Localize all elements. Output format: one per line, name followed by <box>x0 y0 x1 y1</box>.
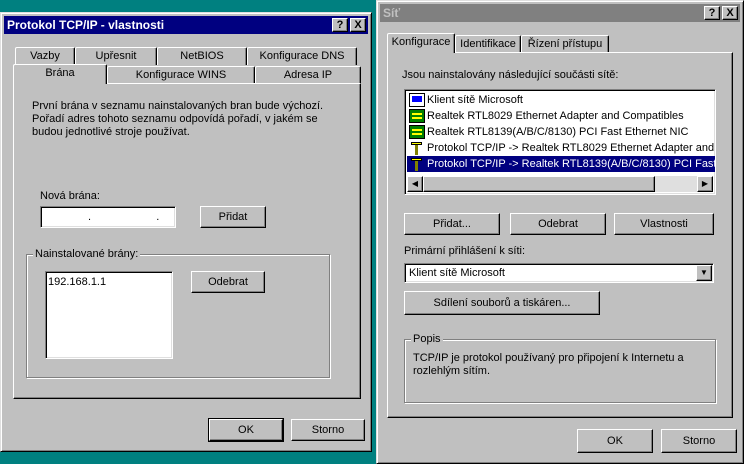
list-item[interactable]: 192.168.1.1 <box>46 274 172 290</box>
tab-adresa-ip[interactable]: Adresa IP <box>255 66 361 84</box>
gateway-description: První brána v seznamu nainstalovaných br… <box>32 100 324 138</box>
list-item[interactable]: Protokol TCP/IP -> Realtek RTL8029 Ether… <box>407 140 715 156</box>
components-label: Jsou nainstalovány následující součásti … <box>402 69 619 81</box>
network-protocol-icon <box>409 141 425 155</box>
installed-gateways-list[interactable]: 192.168.1.1 <box>45 271 173 359</box>
help-button[interactable]: ? <box>704 6 720 20</box>
tcpip-title-bar[interactable]: Protokol TCP/IP - vlastnosti ? X <box>4 16 368 34</box>
chevron-down-icon[interactable]: ▼ <box>696 265 712 281</box>
list-item[interactable]: Realtek RTL8029 Ethernet Adapter and Com… <box>407 108 715 124</box>
primary-logon-select[interactable]: Klient sítě Microsoft ▼ <box>404 263 714 283</box>
network-title-bar[interactable]: Síť ? X <box>380 4 740 22</box>
primary-logon-label: Primární přihlášení k síti: <box>404 245 526 257</box>
properties-button[interactable]: Vlastnosti <box>614 213 714 235</box>
network-window-title: Síť <box>383 6 401 20</box>
tab-upresnit[interactable]: Upřesnit <box>75 47 157 65</box>
tab-netbios[interactable]: NetBIOS <box>157 47 247 65</box>
cancel-button[interactable]: Storno <box>661 429 737 453</box>
help-button[interactable]: ? <box>332 18 348 32</box>
tab-brana[interactable]: Brána <box>13 64 107 84</box>
tcpip-window-title: Protokol TCP/IP - vlastnosti <box>7 18 165 32</box>
add-component-button[interactable]: Přidat... <box>404 213 500 235</box>
scroll-left-icon[interactable]: ◀ <box>407 176 423 192</box>
remove-component-button[interactable]: Odebrat <box>510 213 606 235</box>
tab-vazby[interactable]: Vazby <box>15 47 75 65</box>
gateway-tab-panel: První brána v seznamu nainstalovaných br… <box>13 83 361 399</box>
new-gateway-input[interactable]: . . . <box>40 206 228 228</box>
cancel-button[interactable]: Storno <box>291 419 365 441</box>
network-client-icon <box>409 93 425 107</box>
file-printer-sharing-button[interactable]: Sdílení souborů a tiskáren... <box>404 291 600 315</box>
horizontal-scrollbar[interactable]: ◀ ▶ <box>407 176 713 192</box>
tab-identifikace[interactable]: Identifikace <box>455 35 521 53</box>
close-button[interactable]: X <box>722 6 738 20</box>
list-item[interactable]: Klient sítě Microsoft <box>407 92 715 108</box>
add-gateway-button[interactable]: Přidat <box>200 206 266 228</box>
component-description: TCP/IP je protokol používaný pro připoje… <box>413 352 684 377</box>
tab-konfigurace-dns[interactable]: Konfigurace DNS <box>247 47 357 65</box>
configuration-tab-panel: Jsou nainstalovány následující součásti … <box>387 52 733 418</box>
close-button[interactable]: X <box>350 18 366 32</box>
network-adapter-icon <box>409 125 425 139</box>
scroll-thumb[interactable] <box>423 176 655 192</box>
network-protocol-icon <box>409 157 425 171</box>
new-gateway-label: Nová brána: <box>40 190 100 202</box>
network-window: Síť ? X Konfigurace Identifikace Řízení … <box>376 0 744 464</box>
remove-gateway-button[interactable]: Odebrat <box>191 271 265 293</box>
tab-rizeni-pristupu[interactable]: Řízení přístupu <box>521 35 609 53</box>
components-list[interactable]: Klient sítě Microsoft Realtek RTL8029 Et… <box>404 89 716 195</box>
ok-button[interactable]: OK <box>208 418 284 442</box>
scroll-right-icon[interactable]: ▶ <box>697 176 713 192</box>
primary-logon-value: Klient sítě Microsoft <box>409 267 505 279</box>
description-group: Popis TCP/IP je protokol používaný pro p… <box>404 333 716 403</box>
tab-konfigurace-wins[interactable]: Konfigurace WINS <box>107 66 255 84</box>
list-item[interactable]: Realtek RTL8139(A/B/C/8130) PCI Fast Eth… <box>407 124 715 140</box>
tab-konfigurace[interactable]: Konfigurace <box>387 33 455 53</box>
tcpip-properties-window: Protokol TCP/IP - vlastnosti ? X Vazby U… <box>0 12 372 452</box>
list-item[interactable]: Protokol TCP/IP -> Realtek RTL8139(A/B/C… <box>407 156 715 172</box>
network-adapter-icon <box>409 109 425 123</box>
description-group-label: Popis <box>411 333 443 345</box>
installed-gateways-group: Nainstalované brány: 192.168.1.1 Odebrat <box>26 248 330 378</box>
ok-button[interactable]: OK <box>577 429 653 453</box>
installed-gateways-label: Nainstalované brány: <box>33 248 141 260</box>
